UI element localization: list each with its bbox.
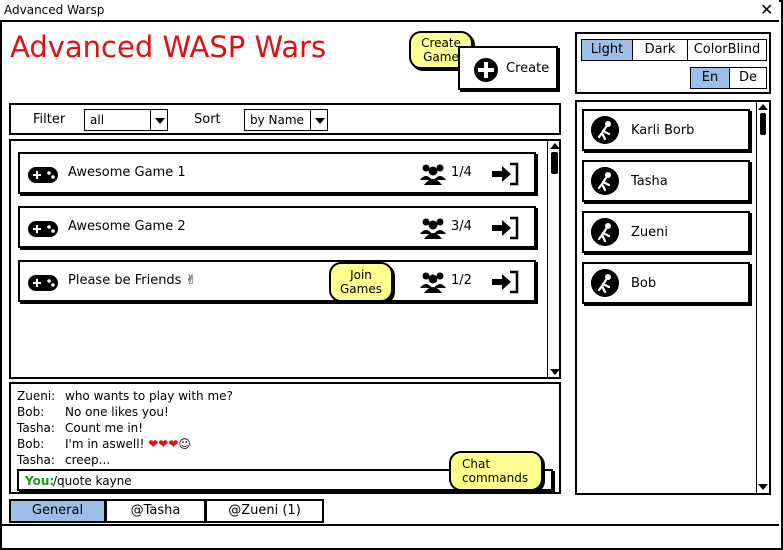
user-avatar-icon xyxy=(591,167,619,195)
game-name: Awesome Game 1 xyxy=(68,165,186,180)
player-count: 1/2 xyxy=(451,273,472,288)
gamepad-icon xyxy=(28,167,58,183)
users-icon xyxy=(420,164,446,185)
game-name: Please be Friends ✌ xyxy=(68,273,197,288)
sort-label: Sort xyxy=(194,112,221,127)
chevron-down-icon xyxy=(310,110,327,130)
sort-select[interactable]: by Name xyxy=(244,109,328,131)
chat-input-label: You: xyxy=(25,474,55,488)
user-avatar-icon xyxy=(591,218,619,246)
user-name: Bob xyxy=(631,276,657,291)
player-count: 3/4 xyxy=(451,219,472,234)
user-name: Karli Borb xyxy=(631,123,695,138)
game-row[interactable]: Awesome Game 1 1/4 xyxy=(18,152,536,194)
chat-message: Count me in! xyxy=(65,421,144,435)
user-item[interactable]: Zueni xyxy=(582,211,750,253)
join-icon[interactable] xyxy=(490,270,520,294)
user-avatar-icon xyxy=(591,116,619,144)
settings-panel: Light Dark ColorBlind En De xyxy=(575,32,771,94)
create-button-label: Create xyxy=(506,61,550,76)
game-name: Awesome Game 2 xyxy=(68,219,186,234)
theme-light-button[interactable]: Light xyxy=(581,39,633,61)
join-icon[interactable] xyxy=(490,162,520,186)
chat-commands-note: Chat commands xyxy=(449,451,543,491)
join-games-note: Join Games xyxy=(329,262,393,302)
gamepad-icon xyxy=(28,221,58,237)
tab-general[interactable]: General xyxy=(9,499,106,523)
page-title: Advanced WASP Wars xyxy=(10,30,327,64)
close-icon[interactable]: ✕ xyxy=(760,1,773,19)
language-en-button[interactable]: En xyxy=(690,67,730,89)
chat-author: Tasha: xyxy=(17,453,55,467)
theme-colorblind-button[interactable]: ColorBlind xyxy=(687,39,767,61)
games-list: Awesome Game 1 1/4 Awesome Game 2 3/4 Pl… xyxy=(9,139,561,379)
users-icon xyxy=(420,272,446,293)
users-scrollbar[interactable] xyxy=(756,102,769,493)
user-name: Tasha xyxy=(631,174,668,189)
filter-value: all xyxy=(90,113,105,127)
chevron-down-icon xyxy=(150,110,167,130)
chat-author: Bob: xyxy=(17,405,45,419)
chat-message: I'm in aswell! ❤❤❤☺ xyxy=(65,437,191,451)
title-bar: Advanced Warsp ✕ xyxy=(0,0,779,22)
plus-circle-icon xyxy=(474,58,498,82)
chat-author: Bob: xyxy=(17,437,45,451)
chat-message: who wants to play with me? xyxy=(65,389,233,403)
window-title: Advanced Warsp xyxy=(4,3,105,17)
game-row[interactable]: Awesome Game 2 3/4 xyxy=(18,206,536,248)
user-item[interactable]: Bob xyxy=(582,262,750,304)
filter-bar: Filter all Sort by Name xyxy=(9,103,561,135)
user-item[interactable]: Tasha xyxy=(582,160,750,202)
user-name: Zueni xyxy=(631,225,668,240)
tab-zueni[interactable]: @Zueni (1) xyxy=(205,499,324,523)
chat-input-value: /quote kayne xyxy=(53,474,132,488)
join-icon[interactable] xyxy=(490,216,520,240)
user-item[interactable]: Karli Borb xyxy=(582,109,750,151)
player-count: 1/4 xyxy=(451,165,472,180)
gamepad-icon xyxy=(28,275,58,291)
users-icon xyxy=(420,218,446,239)
chat-message: No one likes you! xyxy=(65,405,169,419)
scroll-thumb[interactable] xyxy=(551,152,558,174)
chat-author: Zueni: xyxy=(17,389,56,403)
scroll-down-icon[interactable] xyxy=(758,484,768,490)
filter-label: Filter xyxy=(33,112,66,127)
games-scrollbar[interactable] xyxy=(547,141,561,377)
scroll-up-icon[interactable] xyxy=(550,143,560,149)
scroll-down-icon[interactable] xyxy=(550,369,560,375)
users-panel: Karli Borb Tasha Zueni Bob xyxy=(575,100,771,495)
user-avatar-icon xyxy=(591,269,619,297)
scroll-up-icon[interactable] xyxy=(758,104,768,110)
game-row[interactable]: Please be Friends ✌ 1/2 xyxy=(18,260,536,302)
scroll-thumb[interactable] xyxy=(760,113,766,135)
theme-dark-button[interactable]: Dark xyxy=(632,39,688,61)
chat-message: creep... xyxy=(65,453,111,467)
chat-author: Tasha: xyxy=(17,421,55,435)
create-button[interactable]: Create xyxy=(458,46,558,90)
sort-value: by Name xyxy=(250,113,304,127)
tab-tasha[interactable]: @Tasha xyxy=(105,499,206,523)
filter-select[interactable]: all xyxy=(84,109,168,131)
status-bar xyxy=(0,524,779,548)
language-de-button[interactable]: De xyxy=(729,67,767,89)
